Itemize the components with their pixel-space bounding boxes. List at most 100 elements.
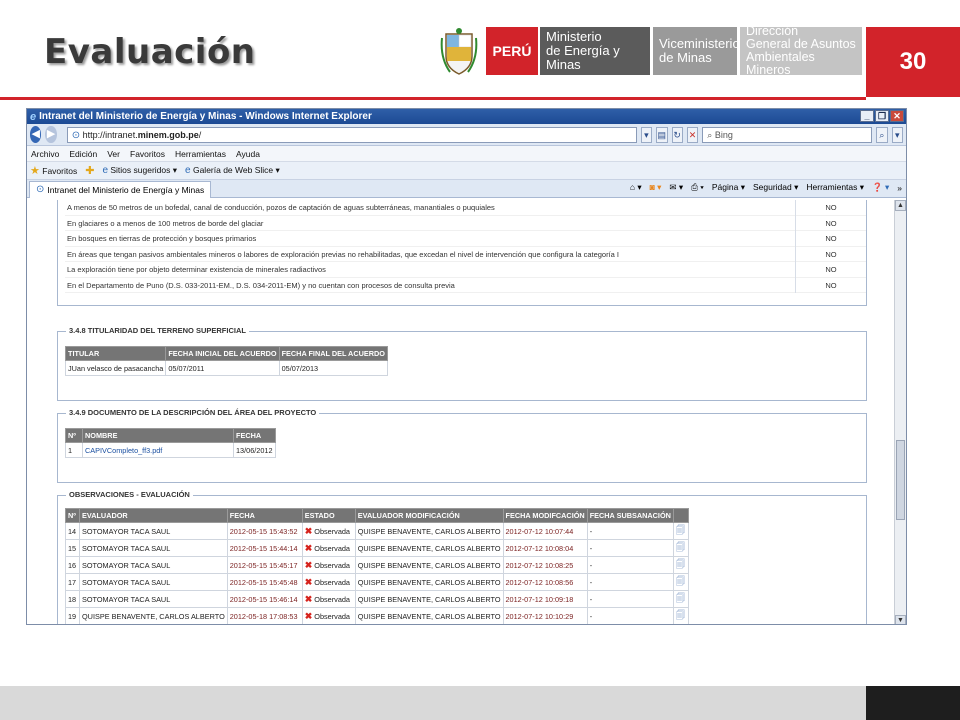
refresh-icon[interactable]: ↻ (671, 126, 683, 143)
menu-ayuda[interactable]: Ayuda (236, 149, 260, 159)
compatibility-view-icon[interactable]: ▤ (656, 126, 668, 143)
table-row: 1 CAPIVCompleto_ff3.pdf 13/06/2012 (65, 442, 276, 458)
cell-estado: ✖Observada (301, 590, 356, 608)
menu-bar: Archivo Edición Ver Favoritos Herramient… (27, 146, 906, 162)
view-detail-button[interactable]: 🗐 (672, 590, 689, 608)
cell-evaluador: SOTOMAYOR TACA SAUL (79, 573, 228, 591)
restriction-text: A menos de 50 metros de un bofedal, cana… (67, 203, 495, 212)
observaciones-legend: OBSERVACIONES - EVALUACIÓN (66, 490, 193, 499)
cell-fecha: 2012-05-15 15:46:14 (226, 590, 303, 608)
cell-fecha-subsanacion: - (586, 590, 674, 608)
document-icon: 🗐 (675, 525, 685, 535)
vertical-scrollbar[interactable]: ▲ ▼ (894, 200, 906, 624)
chevron-more-icon[interactable]: » (897, 183, 902, 193)
view-detail-button[interactable]: 🗐 (672, 539, 689, 557)
cell-fecha-modificacion: 2012-07-12 10:09:18 (502, 590, 588, 608)
cell-fecha: 13/06/2012 (233, 442, 276, 458)
back-button[interactable]: ◀ (30, 126, 42, 143)
cell-fecha: 2012-05-15 15:45:48 (226, 573, 303, 591)
col-fecha-inicial: FECHA INICIAL DEL ACUERDO (165, 346, 280, 361)
feeds-icon[interactable]: ◙ ▾ (650, 182, 662, 193)
cell-fecha-subsanacion: - (586, 539, 674, 557)
document-icon: 🗐 (675, 576, 685, 586)
scroll-down-icon[interactable]: ▼ (895, 615, 906, 624)
cell-fecha-subsanacion: - (587, 625, 673, 626)
cell-fecha-modificacion: 2012-07-12 10:08:04 (502, 539, 588, 557)
view-detail-button[interactable]: 🗐 (672, 522, 689, 540)
cell-evaluador: SOTOMAYOR TACA SAUL (79, 522, 228, 540)
cell-numero: 14 (65, 522, 80, 540)
menu-edicion[interactable]: Edición (69, 149, 97, 159)
col-fecha-final: FECHA FINAL DEL ACUERDO (278, 346, 388, 361)
close-button[interactable]: ✕ (890, 110, 904, 122)
cell-titular: JUan velasco de pasacancha (64, 360, 167, 376)
table-row: 16 SOTOMAYOR TACA SAUL 2012-05-15 15:45:17… (65, 556, 689, 574)
minimize-button[interactable]: _ (860, 110, 874, 122)
restriction-row: En bosques en tierras de protección y bo… (65, 231, 866, 247)
restriction-value: NO (795, 215, 866, 231)
address-dropdown-button[interactable]: ▾ (640, 126, 653, 143)
view-detail-button[interactable]: 🗐 (673, 625, 688, 626)
scroll-up-icon[interactable]: ▲ (895, 200, 906, 211)
menu-pagina[interactable]: Página ▾ (712, 182, 745, 193)
page-number: 30 (866, 27, 960, 97)
observed-x-icon: ✖ (304, 576, 313, 587)
document-link[interactable]: CAPIVCompleto_ff3.pdf (82, 442, 234, 458)
address-row: ◀ ▶ ⊙ http://intranet.minem.gob.pe/ ▾ ▤ … (27, 124, 906, 146)
document-icon: 🗐 (675, 593, 685, 603)
print-icon[interactable]: ⎙ ▾ (691, 182, 704, 193)
cell-evaluador-modificacion: QUISPE BENAVENTE, CARLOS ALBERTO (354, 590, 504, 608)
star-icon: ★ (30, 165, 40, 177)
view-detail-button[interactable]: 🗐 (672, 607, 689, 624)
web-slice-gallery-link[interactable]: e Galería de Web Slice ▾ (185, 165, 280, 176)
forward-button[interactable]: ▶ (45, 126, 57, 143)
browser-window: e Intranet del Ministerio de Energía y M… (26, 108, 907, 625)
observed-x-icon: ✖ (304, 559, 313, 570)
cell-evaluador-modificacion: QUISPE BENAVENTE, CARLOS ALBERTO (354, 539, 504, 557)
restriction-text: En bosques en tierras de protección y bo… (67, 234, 257, 243)
search-input[interactable]: ⌕ Bing (702, 126, 873, 143)
scroll-thumb[interactable] (896, 440, 905, 520)
stop-icon[interactable]: ✕ (686, 126, 699, 143)
search-options-button[interactable]: ▾ (891, 126, 903, 143)
mail-icon[interactable]: ✉ ▾ (669, 182, 683, 193)
menu-seguridad[interactable]: Seguridad ▾ (753, 182, 798, 193)
page-icon: ⊙ (71, 129, 81, 141)
help-icon[interactable]: ❓ ▾ (872, 182, 889, 193)
menu-favoritos[interactable]: Favoritos (130, 149, 165, 159)
restriction-row: A menos de 50 metros de un bofedal, cana… (65, 200, 866, 216)
restriction-value: NO (795, 277, 866, 293)
cell-numero: 18 (65, 590, 80, 608)
col-actions (672, 508, 689, 523)
cell-estado: ✖Observada (301, 573, 356, 591)
restriction-row: En el Departamento de Puno (D.S. 033-201… (65, 277, 866, 293)
tab-intranet[interactable]: ⊙ Intranet del Ministerio de Energía y M… (29, 180, 212, 198)
cell-fecha-subsanacion: - (586, 573, 674, 591)
col-numero: Nº (65, 508, 80, 523)
cell-evaluador-modificacion: QUISPE BENAVENTE, CARLOS ALBERTO (355, 625, 503, 626)
menu-herramientas-tools[interactable]: Herramientas ▾ (806, 182, 864, 193)
table-row: 18 SOTOMAYOR TACA SAUL 2012-05-15 15:46:14… (65, 590, 689, 608)
restriction-text: En glaciares o a menos de 100 metros de … (67, 218, 264, 228)
suggested-sites-link[interactable]: e Sitios sugeridos ▾ (102, 165, 177, 176)
cell-fecha-modificacion: 2012-07-12 10:07:44 (502, 522, 588, 540)
cell-evaluador-modificacion: QUISPE BENAVENTE, CARLOS ALBERTO (354, 522, 504, 540)
favorites-button[interactable]: ★ Favoritos (30, 164, 77, 177)
cell-estado: ✖Observada (302, 625, 355, 626)
address-bar[interactable]: ⊙ http://intranet.minem.gob.pe/ (66, 126, 637, 143)
tab-row: ⊙ Intranet del Ministerio de Energía y M… (27, 180, 906, 198)
cell-fecha: 2012-05-18 17:11:35 (227, 625, 302, 626)
cell-numero: 17 (65, 573, 80, 591)
view-detail-button[interactable]: 🗐 (672, 573, 689, 591)
cell-numero: 19 (65, 607, 80, 624)
menu-herramientas[interactable]: Herramientas (175, 149, 226, 159)
add-favorite-icon[interactable]: ✚ (85, 164, 94, 177)
cell-fecha: 2012-05-18 17:08:53 (226, 607, 303, 624)
home-icon[interactable]: ⌂ ▾ (630, 182, 642, 193)
restore-button[interactable]: ❐ (875, 110, 889, 122)
view-detail-button[interactable]: 🗐 (672, 556, 689, 574)
menu-archivo[interactable]: Archivo (31, 149, 59, 159)
cell-estado: ✖Observada (301, 539, 356, 557)
search-icon[interactable]: ⌕ (876, 126, 888, 143)
menu-ver[interactable]: Ver (107, 149, 120, 159)
